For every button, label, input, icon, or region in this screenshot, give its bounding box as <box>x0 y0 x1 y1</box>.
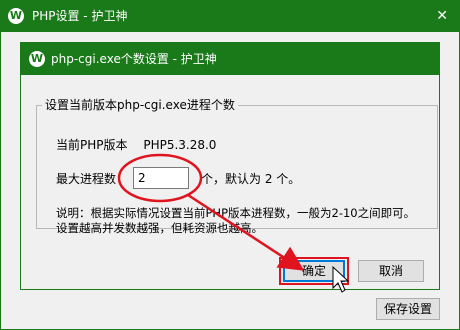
version-row: 当前PHP版本 PHP5.3.28.0 <box>56 137 216 153</box>
note-text: 说明：根据实际情况设置当前PHP版本进程数，一般为2-10之间即可。 设置越高并… <box>56 206 436 236</box>
outer-window-title: PHP设置 - 护卫神 <box>32 9 128 23</box>
dialog-logo-icon: W <box>29 51 45 67</box>
close-icon[interactable]: ✕ <box>436 7 448 25</box>
confirm-button[interactable]: 确定 <box>283 260 345 282</box>
version-label: 当前PHP版本 <box>56 138 128 152</box>
max-process-input[interactable] <box>133 167 189 189</box>
cancel-button[interactable]: 取消 <box>358 260 424 282</box>
note-line-2: 设置越高并发数越强，但耗资源也越高。 <box>56 221 263 235</box>
max-process-suffix: 个，默认为 2 个。 <box>201 172 301 186</box>
save-settings-button[interactable]: 保存设置 <box>376 298 440 320</box>
max-process-label: 最大进程数 <box>56 172 117 186</box>
dialog-title-bar: W php-cgi.exe个数设置 - 护卫神 <box>21 43 439 75</box>
version-value: PHP5.3.28.0 <box>143 138 217 152</box>
group-title: 设置当前版本php-cgi.exe进程个数 <box>42 97 238 113</box>
outer-title-bar: W PHP设置 - 护卫神 ✕ <box>0 0 460 32</box>
app-logo-icon: W <box>8 8 24 24</box>
note-line-1: 说明：根据实际情况设置当前PHP版本进程数，一般为2-10之间即可。 <box>56 206 416 220</box>
dialog-title: php-cgi.exe个数设置 - 护卫神 <box>51 52 217 66</box>
